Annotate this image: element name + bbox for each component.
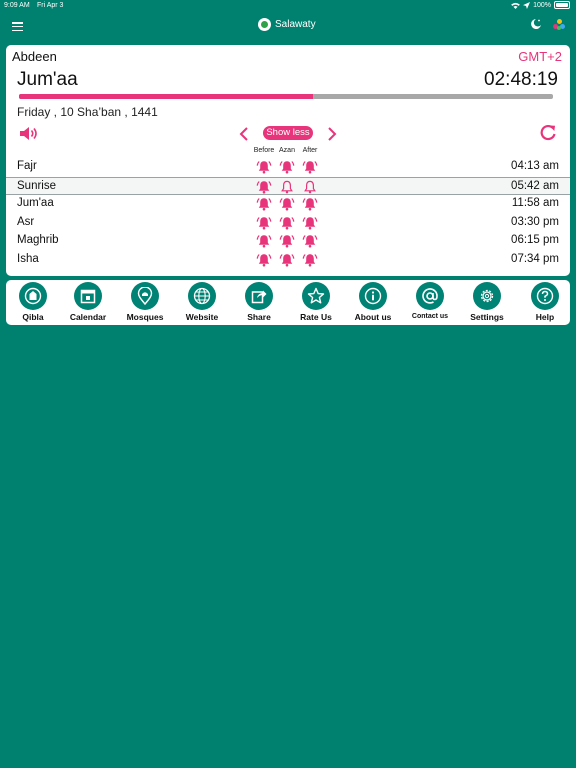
hamburger-menu-icon[interactable]: [12, 22, 23, 32]
status-date: Fri Apr 3: [37, 2, 64, 9]
qibla-label: Qibla: [22, 312, 44, 322]
app-title: Salawaty: [258, 18, 316, 31]
contact-us-label: Contact us: [411, 313, 449, 320]
share-icon: [251, 290, 267, 304]
hijri-date: Friday , 10 Sha’ban , 1441: [17, 105, 158, 119]
bottom-toolbar: Qibla Calendar Mosques Website Share Rat…: [6, 280, 570, 325]
prayer-row[interactable]: Isha 07:34 pm: [6, 251, 570, 270]
color-theme-icon[interactable]: [553, 19, 565, 31]
prayer-times-card: Abdeen GMT+2 Jum'aa 02:48:19 Friday , 10…: [6, 45, 570, 276]
prayer-name: Maghrib: [17, 234, 59, 247]
moon-star-icon[interactable]: [530, 18, 542, 30]
share-label: Share: [247, 312, 271, 322]
prayer-name: Asr: [17, 215, 35, 228]
bell-ringing-icon[interactable]: [256, 179, 272, 195]
status-bar: 9:09 AM Fri Apr 3 100%: [0, 0, 576, 12]
prayer-time: 04:13 am: [511, 160, 559, 172]
star-icon: [307, 287, 325, 304]
prayer-list: Fajr 04:13 am Sunrise 05:42 am Jum'aa 11…: [6, 158, 570, 270]
prayer-name: Jum'aa: [17, 197, 54, 210]
previous-day-chevron-icon[interactable]: [238, 126, 250, 142]
bell-ringing-icon[interactable]: [279, 159, 295, 175]
location-arrow-icon: [523, 1, 531, 9]
gear-icon: [480, 289, 494, 303]
app-logo-icon: [258, 18, 271, 31]
help-icon: [536, 287, 554, 305]
app-title-text: Salawaty: [275, 19, 316, 30]
column-header-after: After: [302, 147, 318, 154]
battery-icon: [554, 1, 570, 9]
bell-outline-icon[interactable]: [279, 179, 295, 195]
about-us-button[interactable]: About us: [345, 282, 401, 324]
prayer-time: 06:15 pm: [511, 234, 559, 247]
settings-button[interactable]: Settings: [459, 282, 515, 324]
bell-ringing-icon[interactable]: [256, 252, 272, 268]
speaker-icon[interactable]: [19, 125, 39, 142]
countdown-timer: 02:48:19: [484, 69, 558, 90]
bell-ringing-icon[interactable]: [302, 196, 318, 212]
next-prayer-name: Jum'aa: [17, 69, 78, 90]
website-label: Website: [185, 312, 219, 322]
prayer-name: Sunrise: [17, 179, 56, 192]
help-label: Help: [535, 312, 555, 322]
calendar-label: Calendar: [69, 312, 107, 322]
globe-icon: [193, 287, 211, 305]
status-time: 9:09 AM: [4, 2, 30, 9]
share-button[interactable]: Share: [231, 282, 287, 324]
calendar-button[interactable]: Calendar: [60, 282, 116, 324]
bell-ringing-icon[interactable]: [302, 252, 318, 268]
bell-ringing-icon[interactable]: [256, 233, 272, 249]
prayer-time: 11:58 am: [511, 197, 559, 210]
battery-percent: 100%: [533, 1, 551, 9]
prayer-row[interactable]: Jum'aa 11:58 am: [6, 195, 570, 214]
mosques-button[interactable]: Mosques: [117, 282, 173, 324]
prayer-row-selected[interactable]: Sunrise 05:42 am: [6, 176, 570, 196]
calendar-icon: [80, 289, 96, 304]
location-name[interactable]: Abdeen: [12, 49, 57, 64]
bell-ringing-icon[interactable]: [256, 196, 272, 212]
bell-ringing-icon[interactable]: [302, 159, 318, 175]
bell-ringing-icon[interactable]: [302, 215, 318, 231]
prayer-time: 07:34 pm: [511, 252, 559, 265]
prayer-row[interactable]: Maghrib 06:15 pm: [6, 232, 570, 251]
wifi-icon: [511, 2, 520, 9]
status-right: 100%: [511, 1, 570, 9]
at-icon: [422, 288, 438, 304]
bell-ringing-icon[interactable]: [256, 215, 272, 231]
show-less-button[interactable]: Show less: [263, 126, 313, 140]
next-day-chevron-icon[interactable]: [326, 126, 338, 142]
bell-ringing-icon[interactable]: [256, 159, 272, 175]
bell-ringing-icon[interactable]: [279, 215, 295, 231]
bell-ringing-icon[interactable]: [279, 196, 295, 212]
website-button[interactable]: Website: [174, 282, 230, 324]
prayer-name: Fajr: [17, 160, 37, 172]
nav-bar: Salawaty: [0, 12, 576, 42]
help-button[interactable]: Help: [517, 282, 573, 324]
prayer-progress-bar: [19, 94, 553, 99]
mosque-pin-icon: [137, 287, 153, 305]
prayer-row[interactable]: Asr 03:30 pm: [6, 214, 570, 233]
prayer-time: 03:30 pm: [511, 215, 559, 228]
qibla-icon: [24, 287, 42, 305]
settings-label: Settings: [470, 312, 504, 322]
qibla-button[interactable]: Qibla: [5, 282, 61, 324]
bell-ringing-icon[interactable]: [279, 233, 295, 249]
prayer-progress-fill: [19, 94, 313, 99]
mosques-label: Mosques: [126, 312, 164, 322]
bell-ringing-icon[interactable]: [279, 252, 295, 268]
refresh-icon[interactable]: [539, 124, 557, 142]
info-icon: [364, 287, 382, 305]
prayer-name: Isha: [17, 252, 39, 265]
prayer-time: 05:42 am: [511, 179, 559, 192]
rate-us-label: Rate Us: [300, 312, 332, 322]
bell-outline-icon[interactable]: [302, 179, 318, 195]
prayer-row[interactable]: Fajr 04:13 am: [6, 158, 570, 177]
timezone-label: GMT+2: [518, 49, 562, 64]
about-us-label: About us: [354, 312, 392, 322]
contact-us-button[interactable]: Contact us: [402, 282, 458, 324]
rate-us-button[interactable]: Rate Us: [288, 282, 344, 324]
bell-ringing-icon[interactable]: [302, 233, 318, 249]
